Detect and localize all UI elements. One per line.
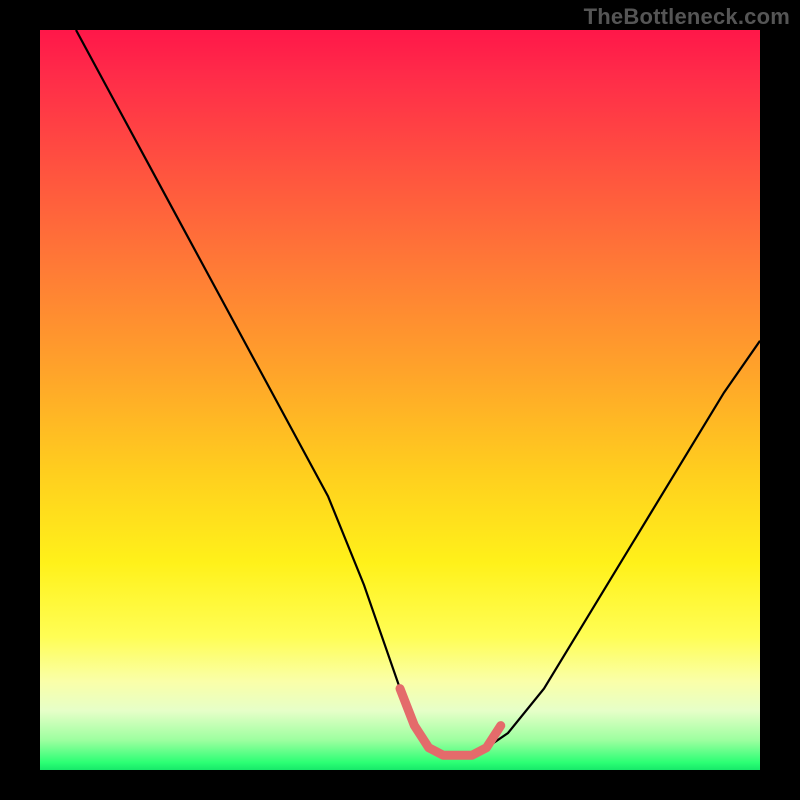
watermark-text: TheBottleneck.com	[584, 4, 790, 30]
curve-svg	[40, 30, 760, 770]
chart-frame: TheBottleneck.com	[0, 0, 800, 800]
plot-area	[40, 30, 760, 770]
bottleneck-curve	[76, 30, 760, 755]
bottleneck-highlight	[400, 689, 501, 756]
